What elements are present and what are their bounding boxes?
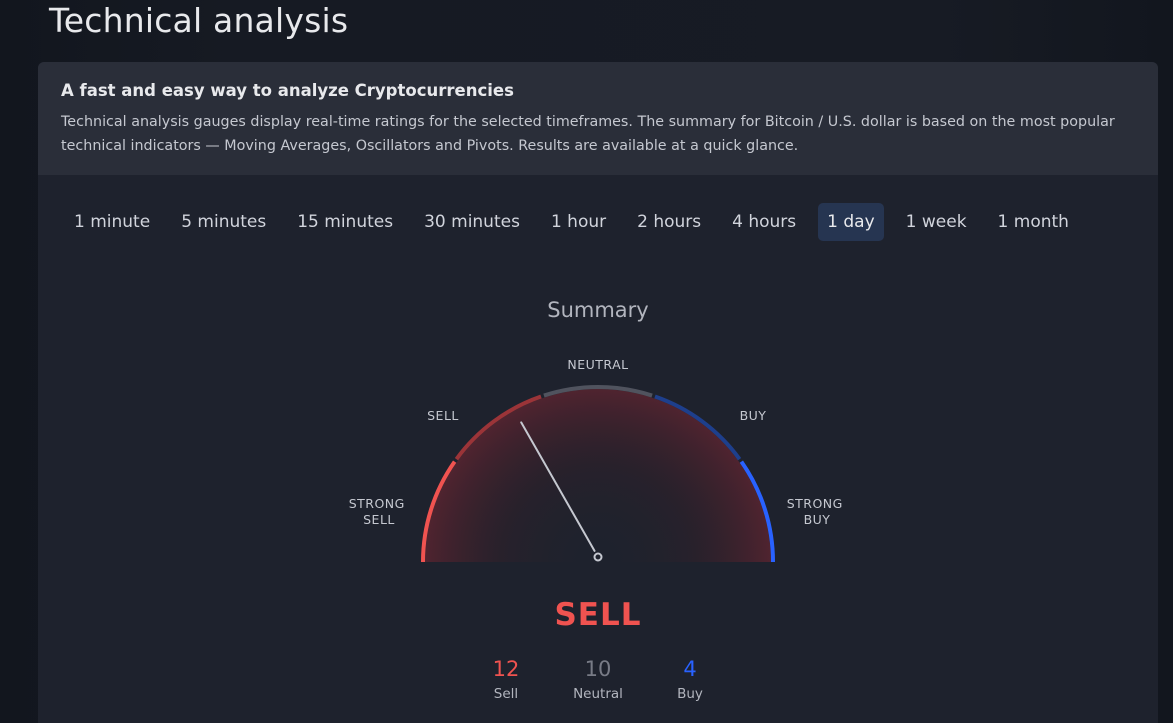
gauge-label-strong-buy: STRONG BUY [787,496,848,527]
rating-counts: 12 Sell 10 Neutral 4 Buy [38,656,1158,712]
neutral-count-label: Neutral [573,686,623,702]
gauge-background [425,389,771,562]
gauge-label-strong-sell: STRONG SELL [349,496,410,527]
summary-verdict: SELL [554,597,642,633]
sell-count-value: 12 [492,657,520,681]
neutral-count-value: 10 [584,657,612,681]
page-title: Technical analysis [49,1,349,40]
buy-count-value: 4 [683,657,697,681]
gauge-label-sell: SELL [427,408,459,423]
page: Technical analysis A fast and easy way t… [0,0,1173,723]
sell-count-label: Sell [493,686,519,702]
sell-count: 12 Sell [461,656,551,703]
gauge-label-neutral: NEUTRAL [567,357,628,372]
buy-count: 4 Buy [645,656,735,703]
gauge-label-buy: BUY [740,408,767,423]
neutral-count: 10 Neutral [553,656,643,703]
buy-count-label: Buy [677,686,703,702]
technical-analysis-card: A fast and easy way to analyze Cryptocur… [38,62,1158,723]
gauge-needle-pivot [593,552,603,562]
